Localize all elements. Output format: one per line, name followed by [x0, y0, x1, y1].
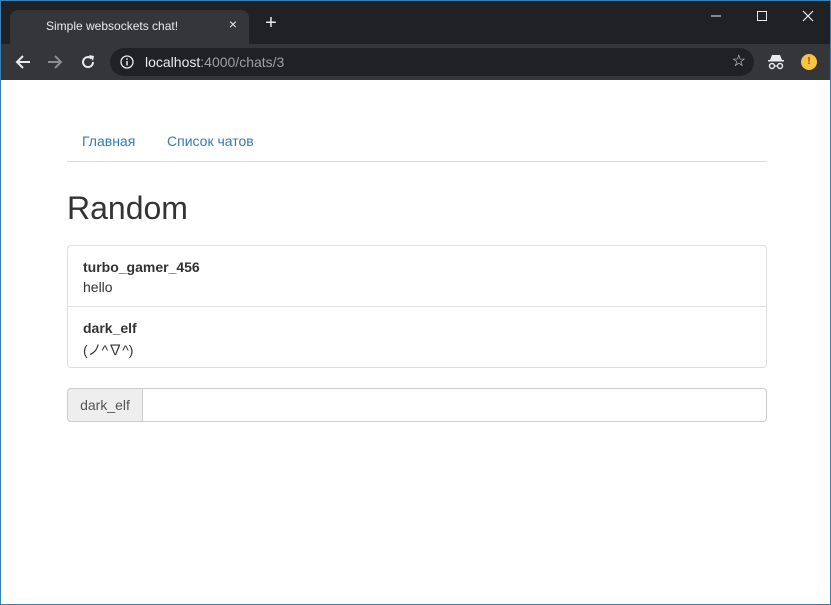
message-author: turbo_gamer_456	[83, 259, 200, 275]
url-path: :4000/chats/3	[200, 54, 285, 70]
title-bar: Simple websockets chat! × +	[1, 1, 830, 44]
message-composer: dark_elf	[67, 388, 767, 422]
message-author: dark_elf	[83, 320, 137, 336]
close-icon	[802, 10, 814, 22]
tab-title: Simple websockets chat!	[46, 19, 179, 33]
new-tab-icon[interactable]: +	[263, 13, 279, 33]
maximize-button[interactable]	[739, 1, 785, 31]
close-tab-icon[interactable]: ×	[225, 16, 241, 32]
info-icon[interactable]	[120, 55, 134, 69]
url-text[interactable]: localhost:4000/chats/3	[145, 54, 284, 70]
bookmark-star-icon[interactable]: ☆	[732, 53, 746, 71]
minimize-button[interactable]	[693, 1, 739, 31]
close-window-button[interactable]	[785, 1, 830, 31]
message-input[interactable]	[142, 388, 767, 422]
nav-link-home[interactable]: Главная	[82, 133, 135, 149]
browser-toolbar: localhost:4000/chats/3 ☆ !	[1, 44, 830, 80]
incognito-extension-icon[interactable]	[767, 54, 785, 70]
back-button[interactable]	[11, 50, 35, 74]
reload-icon	[82, 55, 95, 69]
maximize-icon	[757, 11, 767, 21]
minimize-icon	[711, 15, 721, 17]
current-username-label: dark_elf	[67, 388, 143, 422]
profile-avatar[interactable]: !	[801, 54, 817, 70]
top-nav: Главная Список чатов	[67, 124, 767, 162]
url-host: localhost	[145, 54, 201, 70]
message-item: turbo_gamer_456 hello	[68, 246, 766, 307]
arrow-left-icon	[15, 55, 30, 69]
message-text: (ノ^∇^)	[83, 342, 134, 358]
message-list: turbo_gamer_456 hello dark_elf (ノ^∇^)	[67, 245, 767, 368]
nav-link-chat-list[interactable]: Список чатов	[167, 133, 254, 149]
page-content: Главная Список чатов Random turbo_gamer_…	[1, 80, 830, 604]
chat-title: Random	[67, 190, 188, 226]
message-text: hello	[83, 279, 113, 295]
arrow-right-icon	[48, 55, 63, 69]
reload-button[interactable]	[76, 50, 100, 74]
forward-button[interactable]	[43, 50, 67, 74]
browser-window: Simple websockets chat! × + localhost:40…	[0, 0, 831, 605]
address-bar[interactable]: localhost:4000/chats/3 ☆	[110, 48, 754, 76]
message-item: dark_elf (ノ^∇^)	[68, 306, 766, 367]
browser-tab[interactable]: Simple websockets chat! ×	[10, 10, 249, 44]
